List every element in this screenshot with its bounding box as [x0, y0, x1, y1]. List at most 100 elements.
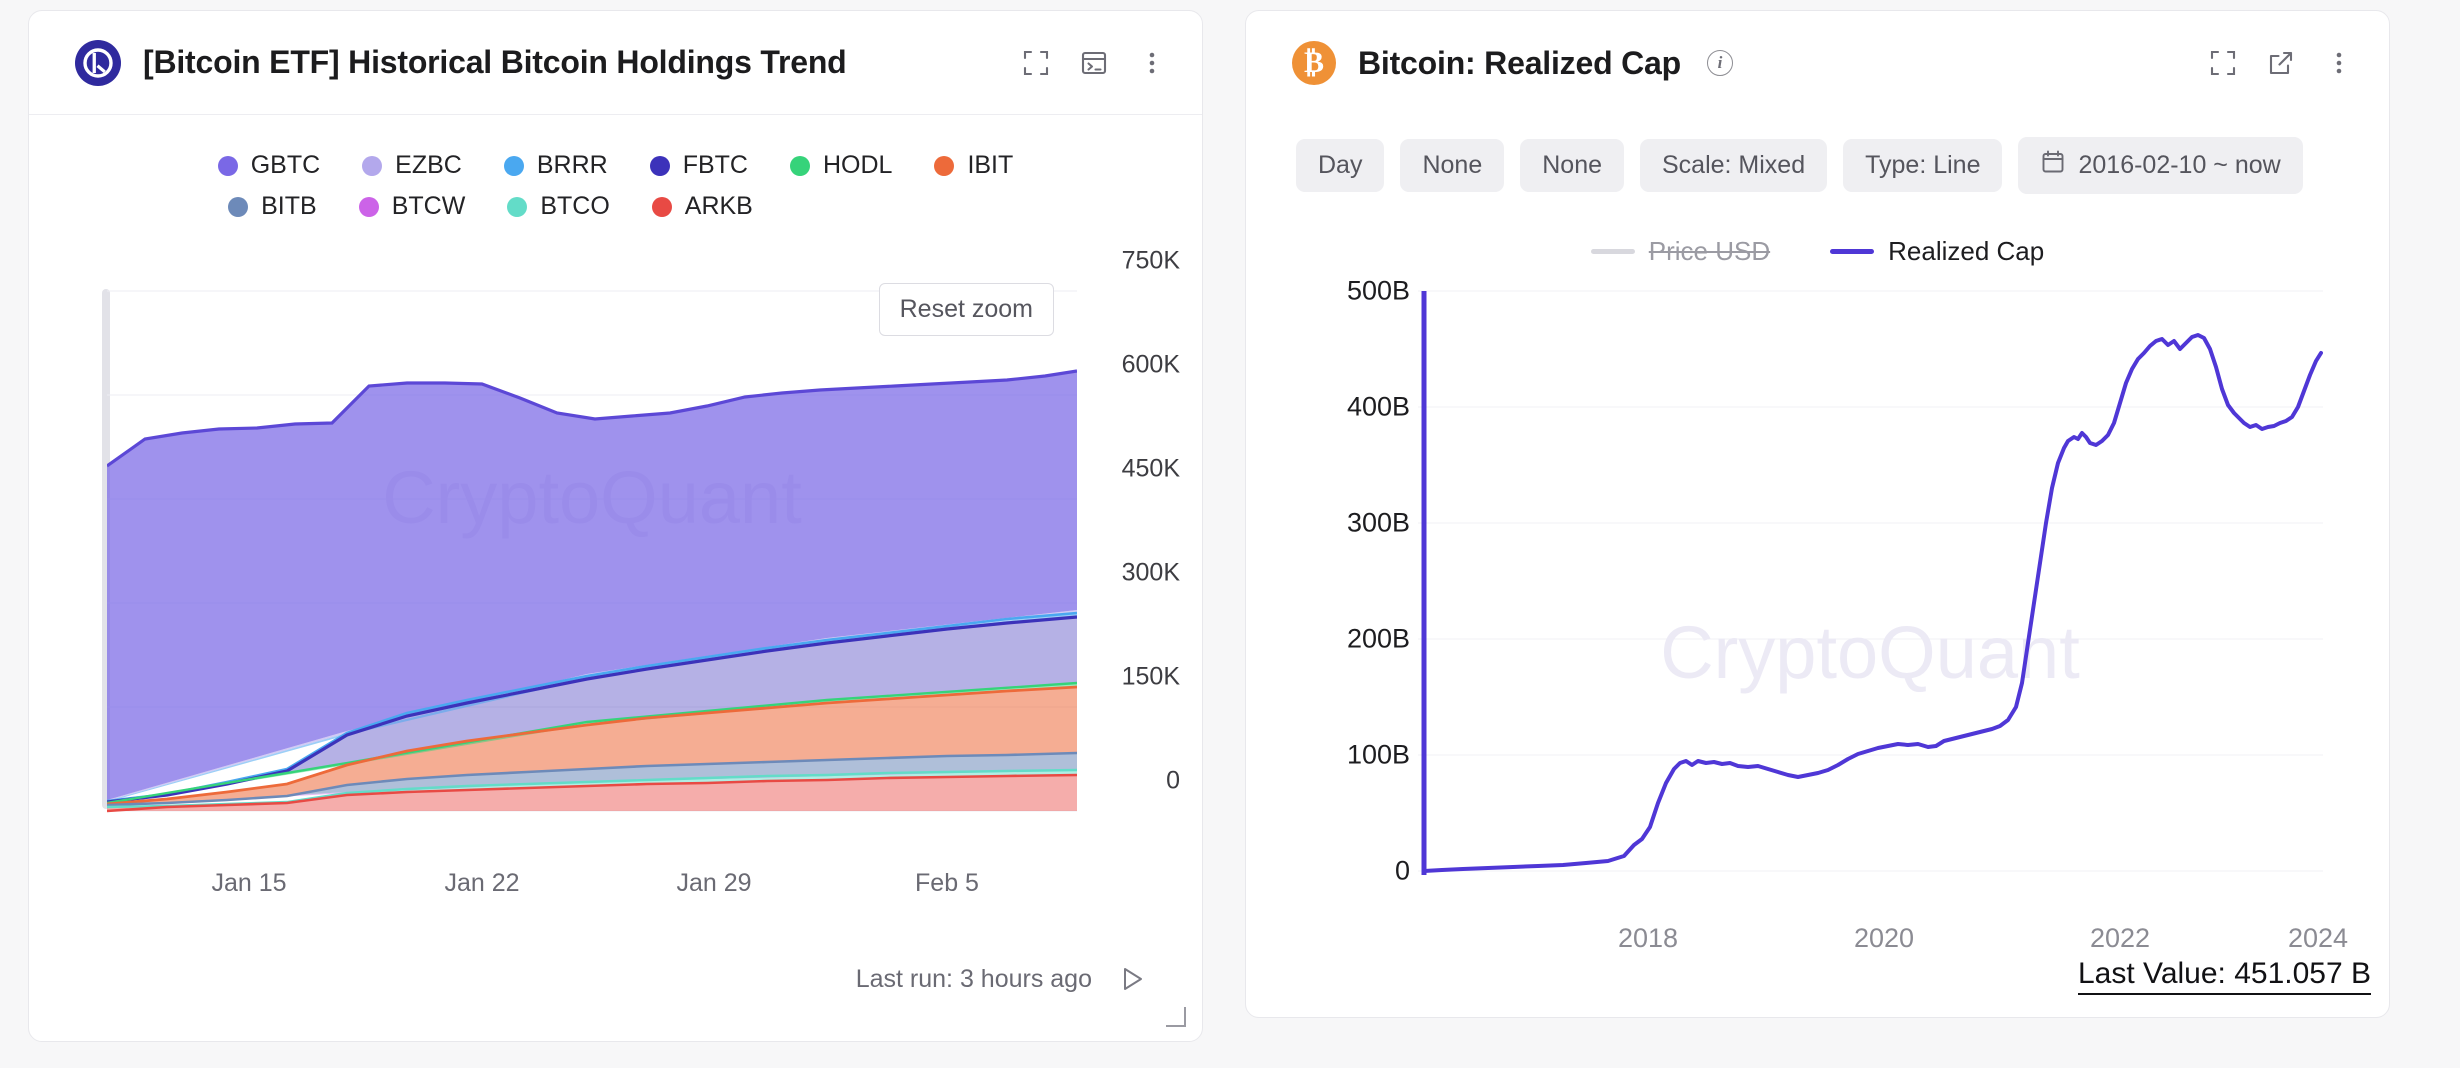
legend-line: [1830, 249, 1875, 254]
type-chip[interactable]: Type: Line: [1843, 139, 2003, 192]
x-tick-label: 2024: [2287, 923, 2349, 953]
more-options-icon[interactable]: [2325, 49, 2353, 77]
currency-chip[interactable]: None: [1520, 139, 1624, 192]
legend-swatch: [503, 155, 524, 176]
scale-chip[interactable]: Scale: Mixed: [1640, 139, 1828, 192]
left-card-header: [Bitcoin ETF] Historical Bitcoin Holding…: [29, 11, 1202, 115]
y-tick-label: 300B: [1346, 507, 1410, 538]
legend-item-realized-cap[interactable]: Realized Cap: [1830, 236, 2044, 267]
resolution-chip[interactable]: Day: [1296, 139, 1385, 192]
y-tick-label: 200B: [1346, 623, 1410, 654]
legend-swatch: [934, 155, 955, 176]
legend-item-btco[interactable]: BTCO: [507, 192, 610, 221]
realized-cap-y-axis: 500B 400B 300B 200B 100B 0: [1260, 276, 1410, 886]
y-tick-label: 400B: [1346, 391, 1410, 422]
legend-swatch: [789, 155, 810, 176]
bitcoin-etf-holdings-card: [Bitcoin ETF] Historical Bitcoin Holding…: [28, 10, 1203, 1042]
y-tick-label: 750K: [1121, 246, 1180, 275]
y-tick-label: 600K: [1121, 350, 1180, 379]
fullscreen-icon[interactable]: [2209, 49, 2237, 77]
y-tick-label: 300K: [1121, 558, 1180, 587]
play-icon[interactable]: [1116, 963, 1148, 995]
legend-label: BRRR: [536, 151, 608, 179]
legend-label: BTCO: [540, 192, 610, 220]
legend-label: HODL: [822, 151, 893, 179]
legend-row-2: BITB BTCW BTCO ARKB: [228, 192, 753, 221]
etf-area-chart[interactable]: CryptoQuant: [29, 243, 1202, 853]
reset-zoom-button[interactable]: Reset zoom: [878, 283, 1054, 336]
legend-label: BTCW: [391, 192, 466, 220]
last-run-label: Last run: 3 hours ago: [855, 964, 1092, 993]
open-external-icon[interactable]: [2267, 49, 2295, 77]
left-card-header-actions: [1022, 49, 1166, 77]
date-range-label: 2016-02-10 ~ now: [2078, 151, 2281, 179]
x-tick-label: Jan 29: [676, 869, 752, 897]
legend-label: Price USD: [1648, 236, 1771, 266]
dashboard-board: [Bitcoin ETF] Historical Bitcoin Holding…: [0, 0, 2460, 1068]
etf-x-axis: Jan 15 Jan 22 Jan 29 Feb 5: [107, 853, 1077, 913]
x-tick-label: Jan 15: [211, 869, 287, 897]
legend-swatch: [358, 196, 379, 217]
bitcoin-realized-cap-card: ₿ Bitcoin: Realized Cap i Day None None …: [1245, 10, 2390, 1018]
legend-label: BITB: [261, 192, 317, 220]
more-options-icon[interactable]: [1138, 49, 1166, 77]
realized-cap-canvas: CryptoQuant: [1418, 290, 2323, 875]
legend-item-price-usd[interactable]: Price USD: [1590, 236, 1771, 267]
legend-swatch: [362, 155, 383, 176]
fullscreen-icon[interactable]: [1022, 49, 1050, 77]
legend-item-ezbc[interactable]: EZBC: [362, 151, 462, 180]
calendar-icon: [2040, 149, 2066, 182]
legend-label: IBIT: [967, 151, 1014, 179]
x-tick-label: Jan 22: [444, 869, 520, 897]
last-value-label: Last Value: 451.057 B: [2078, 957, 2371, 995]
legend-label: GBTC: [250, 151, 321, 179]
page-title: Bitcoin: Realized Cap: [1358, 44, 1681, 81]
bitcoin-logo-icon: ₿: [1292, 41, 1336, 85]
right-card-header-actions: [2209, 49, 2353, 77]
legend-item-arkb[interactable]: ARKB: [651, 192, 753, 221]
etf-chart-canvas: CryptoQuant: [107, 290, 1077, 813]
gridlines: [1418, 290, 2323, 872]
legend-item-fbtc[interactable]: FBTC: [649, 151, 748, 180]
x-tick-label: 2018: [1617, 923, 1679, 953]
legend-swatch: [217, 155, 238, 176]
etf-y-axis: 750K 600K 450K 300K 150K 0: [1070, 243, 1180, 823]
legend-item-ibit[interactable]: IBIT: [934, 151, 1013, 180]
y-tick-label: 100B: [1346, 739, 1410, 770]
date-range-chip[interactable]: 2016-02-10 ~ now: [2018, 137, 2303, 194]
legend-label: ARKB: [684, 192, 753, 220]
y-tick-label: 0: [1394, 855, 1410, 886]
etf-legend: GBTC EZBC BRRR FBTC HODL IBIT BITB BTCW …: [29, 115, 1202, 221]
exchange-chip[interactable]: None: [1400, 139, 1505, 192]
legend-line: [1590, 249, 1635, 254]
chart-watermark: CryptoQuant: [1660, 611, 2080, 694]
chart-toolbar: Day None None Scale: Mixed Type: Line 20…: [1246, 115, 2389, 194]
right-card-header: ₿ Bitcoin: Realized Cap i: [1246, 11, 2389, 115]
legend-swatch: [651, 196, 672, 217]
x-tick-label: Feb 5: [915, 869, 979, 897]
realized-cap-legend: Price USD Realized Cap: [1246, 194, 2389, 267]
legend-item-btcw[interactable]: BTCW: [358, 192, 466, 221]
cryptoquant-logo-icon: [75, 39, 121, 86]
legend-item-bitb[interactable]: BITB: [228, 192, 317, 221]
y-tick-label: 0: [1166, 766, 1180, 795]
console-icon[interactable]: [1080, 49, 1108, 77]
legend-item-brrr[interactable]: BRRR: [503, 151, 608, 180]
legend-row-1: GBTC EZBC BRRR FBTC HODL IBIT: [217, 151, 1013, 180]
realized-cap-chart[interactable]: CryptoQuant 500B 400B 300B 200B 100B 0: [1246, 276, 2389, 913]
legend-label: Realized Cap: [1888, 236, 2045, 266]
card-resize-handle[interactable]: [1166, 1007, 1186, 1027]
left-card-footer: Last run: 3 hours ago: [856, 963, 1148, 995]
y-tick-label: 150K: [1121, 662, 1180, 691]
legend-label: FBTC: [682, 151, 748, 179]
line-realized-cap: [1422, 333, 2323, 873]
x-tick-label: 2022: [2089, 923, 2151, 953]
legend-swatch: [228, 196, 249, 217]
info-icon[interactable]: i: [1706, 50, 1733, 76]
legend-swatch: [649, 155, 670, 176]
x-tick-label: 2020: [1853, 923, 1915, 953]
legend-item-hodl[interactable]: HODL: [789, 151, 893, 180]
legend-item-gbtc[interactable]: GBTC: [217, 151, 321, 180]
y-tick-label: 450K: [1121, 454, 1180, 483]
y-tick-label: 500B: [1346, 275, 1410, 306]
